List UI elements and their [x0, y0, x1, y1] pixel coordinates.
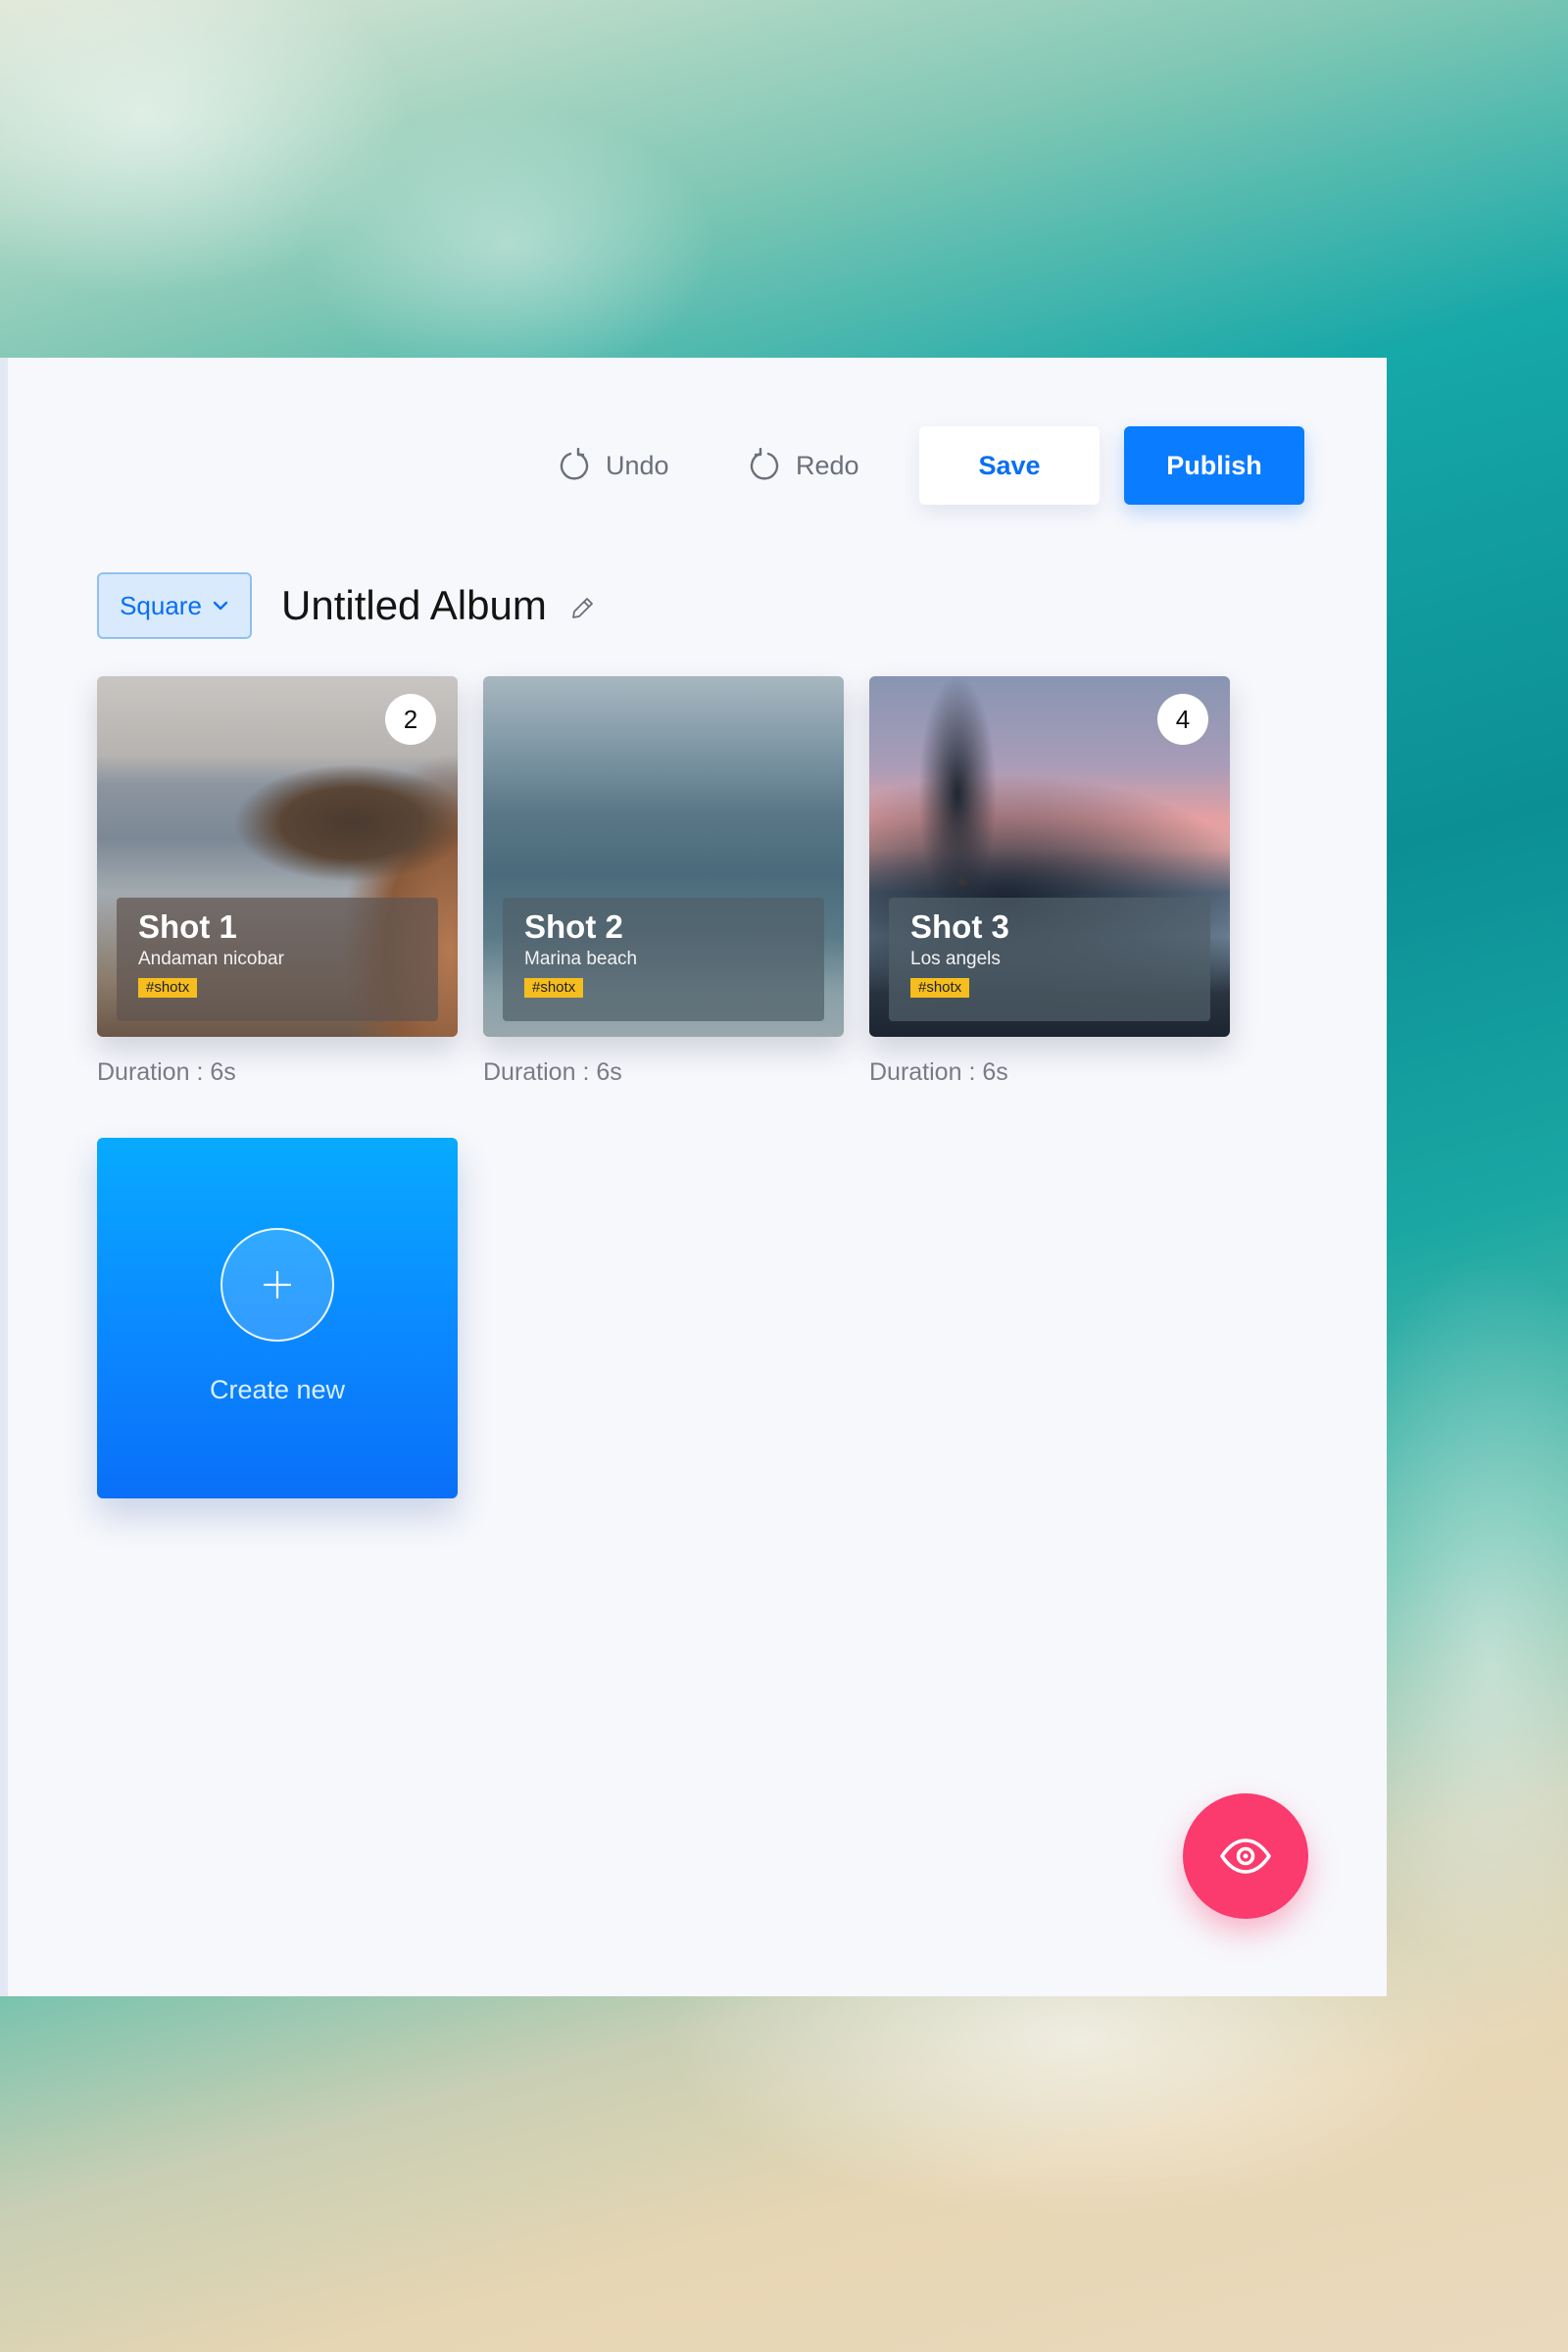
shot-card[interactable]: 2 Shot 1 Andaman nicobar #shotx Duration…: [97, 676, 458, 1087]
save-button[interactable]: Save: [919, 426, 1100, 505]
shot-thumbnail[interactable]: 2 Shot 1 Andaman nicobar #shotx: [97, 676, 458, 1037]
create-new-button[interactable]: Create new: [97, 1138, 458, 1498]
redo-button[interactable]: Redo: [747, 426, 859, 505]
format-dropdown[interactable]: Square: [97, 572, 252, 639]
shot-card[interactable]: 4 Shot 3 Los angels #shotx Duration : 6s: [869, 676, 1230, 1087]
undo-icon: [560, 448, 589, 480]
plus-button[interactable]: [220, 1228, 334, 1342]
create-new-label: Create new: [209, 1375, 346, 1404]
shot-tag: #shotx: [138, 978, 198, 998]
chevron-down-icon: [213, 601, 228, 611]
shot-info: Shot 1 Andaman nicobar #shotx: [117, 898, 438, 1021]
shot-title: Shot 1: [138, 908, 237, 945]
shot-duration: Duration : 6s: [869, 1058, 1008, 1086]
shot-title: Shot 2: [524, 908, 623, 945]
shot-thumbnail[interactable]: Shot 2 Marina beach #shotx: [483, 676, 844, 1037]
shot-badge: 4: [1157, 694, 1208, 745]
shot-info: Shot 2 Marina beach #shotx: [503, 898, 824, 1021]
preview-button[interactable]: [1183, 1793, 1308, 1919]
album-header: Square Untitled Album: [97, 571, 596, 640]
shot-tag: #shotx: [524, 978, 584, 998]
shot-location: Los angels: [910, 949, 1001, 969]
shot-location: Marina beach: [524, 949, 638, 969]
toolbar: Undo Redo Save Publish: [8, 426, 1387, 505]
shot-tag: #shotx: [910, 978, 970, 998]
undo-label: Undo: [606, 450, 669, 480]
undo-button[interactable]: Undo: [557, 426, 669, 505]
shot-duration: Duration : 6s: [483, 1058, 622, 1086]
album-title[interactable]: Untitled Album: [281, 582, 547, 629]
shot-title: Shot 3: [910, 908, 1009, 945]
eye-icon: [1220, 1838, 1271, 1874]
redo-icon: [750, 448, 779, 480]
shot-info: Shot 3 Los angels #shotx: [889, 898, 1210, 1021]
redo-label: Redo: [796, 450, 859, 480]
shot-duration: Duration : 6s: [97, 1058, 236, 1086]
pencil-icon[interactable]: [568, 595, 596, 622]
shot-location: Andaman nicobar: [138, 949, 284, 969]
shot-badge: 2: [385, 694, 436, 745]
shot-thumbnail[interactable]: 4 Shot 3 Los angels #shotx: [869, 676, 1230, 1037]
shot-card[interactable]: Shot 2 Marina beach #shotx Duration : 6s: [483, 676, 844, 1087]
publish-button[interactable]: Publish: [1124, 426, 1304, 505]
format-value: Square: [120, 590, 202, 620]
plus-icon: [263, 1270, 292, 1299]
